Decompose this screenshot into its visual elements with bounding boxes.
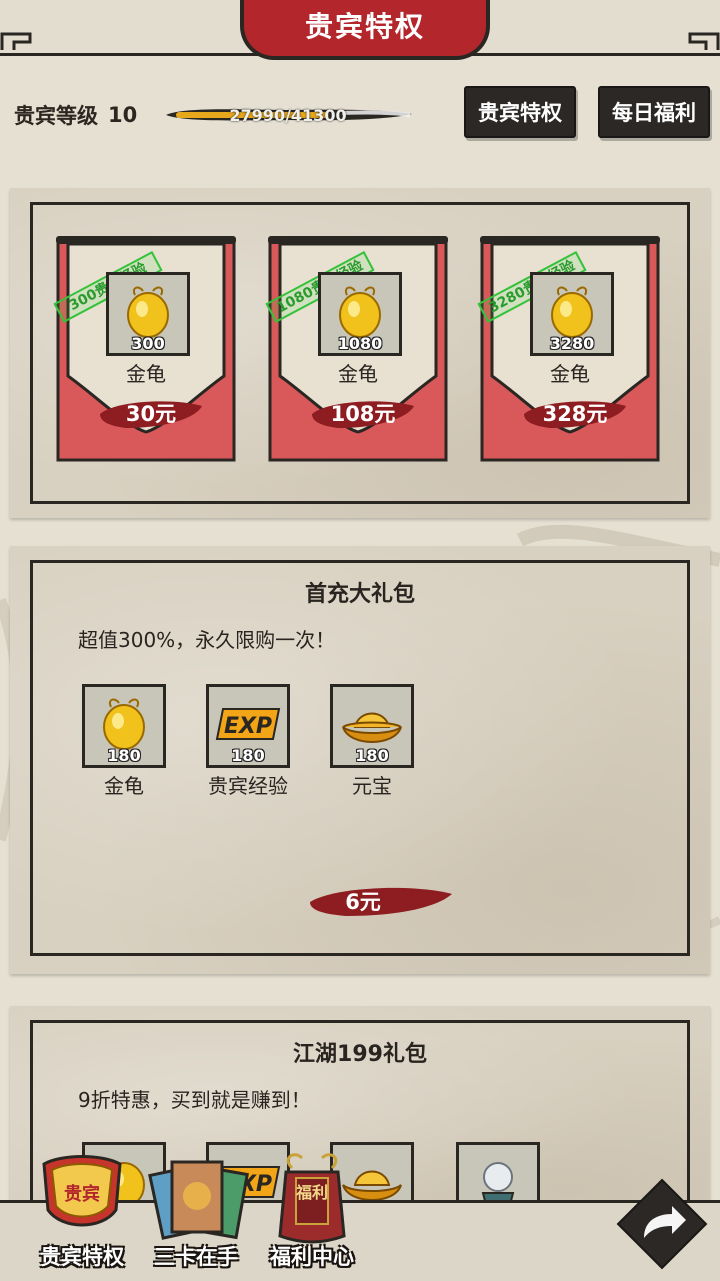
pack-item[interactable]: 180 [330, 684, 414, 768]
nav-label: 贵宾特权 [40, 1245, 124, 1269]
nav-welfare-center[interactable]: 福利 福利中心 [252, 1140, 372, 1275]
cards-icon [148, 1160, 249, 1240]
item-name: 金龟 [126, 362, 166, 386]
corner-ornament-left [0, 32, 32, 50]
vip-level-value: 10 [108, 103, 138, 127]
vip-exp-text: 27990/41300 [229, 105, 347, 125]
price-label: 108元 [330, 402, 396, 426]
daily-welfare-button[interactable]: 每日福利 [598, 86, 710, 138]
recharge-tier-card-2[interactable]: 1080贵宾经验 1080 金龟 108元 [265, 236, 448, 462]
page-title: 贵宾特权 [240, 0, 490, 60]
item-box: 300 [106, 272, 190, 356]
item-box: 1080 [318, 272, 402, 356]
brush-stroke [310, 887, 452, 916]
pack-item[interactable]: 180 [82, 684, 166, 768]
vip-exp-bar: 27990/41300 [162, 104, 414, 126]
item-name: 元宝 [352, 774, 392, 798]
price-label: 30元 [125, 402, 177, 426]
price-button[interactable]: 30元 [96, 394, 206, 432]
vip-badge-text: 贵宾 [64, 1183, 100, 1205]
vip-level-label: 贵宾等级 [14, 104, 98, 128]
first-recharge-pack-panel: 首充大礼包 超值300%，永久限购一次！ 180 金龟 EXP 180 贵宾经验… [10, 546, 710, 974]
item-quantity: 180 [355, 746, 389, 765]
nav-three-cards[interactable]: 三卡在手 [136, 1140, 256, 1275]
item-quantity: 180 [231, 746, 265, 765]
item-name: 金龟 [104, 774, 144, 798]
pack-item[interactable]: EXP 180 [206, 684, 290, 768]
svg-text:EXP: EXP [224, 714, 272, 739]
item-name: 金龟 [338, 362, 378, 386]
price-label: 6元 [345, 890, 381, 914]
welfare-bag-icon: 福利 [278, 1153, 346, 1244]
item-quantity: 1080 [337, 334, 383, 353]
pack-price-button[interactable]: 6元 [306, 882, 456, 920]
price-button[interactable]: 328元 [520, 394, 630, 432]
item-name: 金龟 [550, 362, 590, 386]
item-quantity: 180 [107, 746, 141, 765]
vip-privilege-button[interactable]: 贵宾特权 [464, 86, 576, 138]
corner-ornament-right [688, 32, 720, 50]
nav-label: 三卡在手 [154, 1245, 238, 1269]
welfare-badge-text: 福利 [295, 1183, 328, 1202]
share-arrow-button[interactable] [614, 1176, 710, 1272]
price-button[interactable]: 108元 [308, 394, 418, 432]
vip-level-row: 贵宾等级 10 [14, 100, 137, 130]
pack-description: 超值300%，永久限购一次！ [78, 628, 336, 652]
price-label: 328元 [542, 402, 608, 426]
nav-vip-privilege[interactable]: 贵宾 贵宾特权 [22, 1140, 142, 1275]
vip-shield-icon: 贵宾 [42, 1155, 122, 1227]
item-box: 3280 [530, 272, 614, 356]
item-quantity: 3280 [549, 334, 595, 353]
item-name: 贵宾经验 [208, 774, 288, 798]
pack-title: 首充大礼包 [304, 582, 415, 607]
item-quantity: 300 [131, 334, 165, 353]
recharge-tier-card-1[interactable]: 300贵宾经验 300 金龟 30元 [53, 236, 236, 462]
pack-description: 9折特惠，买到就是赚到！ [78, 1088, 311, 1112]
recharge-tier-card-3[interactable]: 3280贵宾经验 3280 金龟 328元 [477, 236, 660, 462]
pack-title: 江湖199礼包 [293, 1042, 427, 1067]
nav-label: 福利中心 [270, 1245, 354, 1269]
